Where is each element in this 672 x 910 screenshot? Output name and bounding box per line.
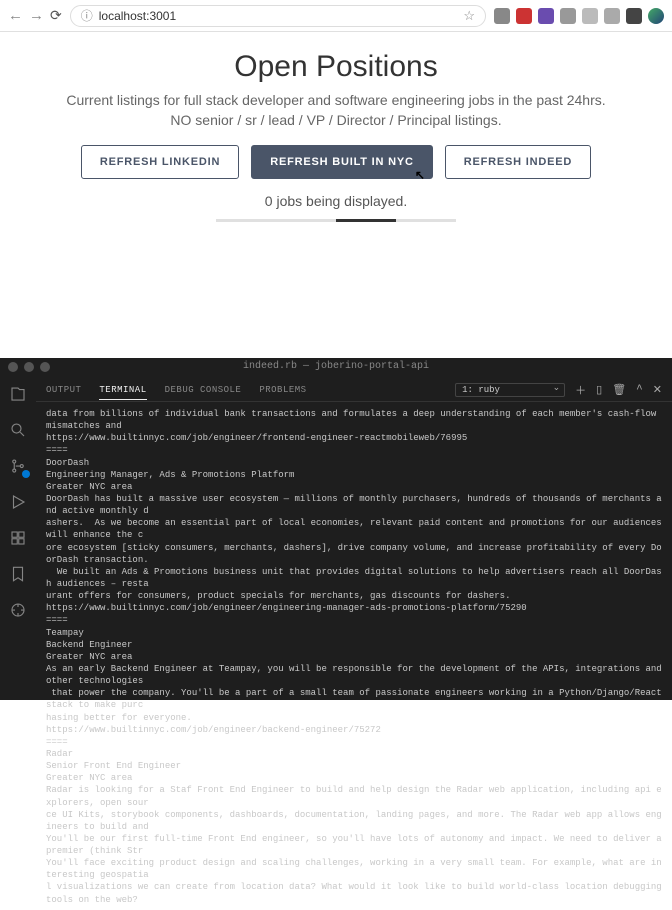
subtitle-line-2: NO senior / sr / lead / VP / Director / … (20, 110, 652, 130)
back-button[interactable]: ← (8, 7, 23, 24)
bookmark-star-icon[interactable]: ☆ (463, 8, 475, 24)
source-control-icon[interactable] (8, 456, 28, 476)
panel-tabs: OUTPUT TERMINAL DEBUG CONSOLE PROBLEMS 1… (36, 378, 672, 402)
gitlens-icon[interactable] (8, 600, 28, 620)
extensions-icon[interactable] (8, 528, 28, 548)
panel-actions: 1: ruby ＋ ▯ 🗑 ^ ✕ (455, 382, 662, 398)
extension-red-icon[interactable] (516, 8, 532, 24)
tab-output[interactable]: OUTPUT (46, 385, 81, 395)
new-terminal-icon[interactable]: ＋ (575, 382, 586, 398)
kill-terminal-icon[interactable]: 🗑 (612, 383, 626, 397)
activity-bar (0, 378, 36, 700)
refresh-builtin-button[interactable]: REFRESH BUILT IN NYC ↖ (251, 145, 433, 179)
extension-shield-icon[interactable] (494, 8, 510, 24)
refresh-button-row: REFRESH LINKEDIN REFRESH BUILT IN NYC ↖ … (20, 145, 652, 179)
url-text: localhost:3001 (99, 9, 176, 23)
cursor-pointer-icon: ↖ (415, 168, 426, 182)
forward-button[interactable]: → (29, 7, 44, 24)
site-info-icon[interactable]: ⓘ (81, 7, 93, 24)
profile-avatar-icon[interactable] (648, 8, 664, 24)
bookmark-icon[interactable] (8, 564, 28, 584)
panel: OUTPUT TERMINAL DEBUG CONSOLE PROBLEMS 1… (36, 378, 672, 700)
page-content: Open Positions Current listings for full… (0, 32, 672, 222)
refresh-linkedin-button[interactable]: REFRESH LINKEDIN (81, 145, 239, 179)
extension-v-icon[interactable] (582, 8, 598, 24)
subtitle-line-1: Current listings for full stack develope… (20, 90, 652, 110)
debug-icon[interactable] (8, 492, 28, 512)
refresh-builtin-label: REFRESH BUILT IN NYC (270, 156, 414, 168)
maximize-panel-icon[interactable]: ^ (636, 384, 643, 396)
page-subtitle: Current listings for full stack develope… (20, 90, 652, 131)
extension-puzzle-icon[interactable] (626, 8, 642, 24)
split-terminal-icon[interactable]: ▯ (596, 383, 602, 397)
reload-button[interactable]: ⟳ (50, 7, 62, 24)
tab-problems[interactable]: PROBLEMS (259, 385, 306, 395)
nav-buttons: ← → ⟳ (8, 7, 62, 24)
progress-bar-fill (336, 219, 396, 222)
tab-debug-console[interactable]: DEBUG CONSOLE (165, 385, 242, 395)
terminal-output[interactable]: data from billions of individual bank tr… (36, 402, 672, 910)
explorer-icon[interactable] (8, 384, 28, 404)
extension-icons (494, 8, 664, 24)
extension-purple-icon[interactable] (538, 8, 554, 24)
jobs-status-text: 0 jobs being displayed. (20, 193, 652, 209)
extension-gray-icon[interactable] (560, 8, 576, 24)
terminal-selector-dropdown[interactable]: 1: ruby (455, 383, 565, 397)
extension-gray2-icon[interactable] (604, 8, 620, 24)
browser-toolbar: ← → ⟳ ⓘ localhost:3001 ☆ (0, 0, 672, 32)
progress-bar (216, 219, 456, 222)
page-title: Open Positions (20, 50, 652, 84)
search-icon[interactable] (8, 420, 28, 440)
refresh-indeed-button[interactable]: REFRESH INDEED (445, 145, 591, 179)
editor-window-title: indeed.rb — joberino-portal-api (0, 361, 672, 372)
editor-window: indeed.rb — joberino-portal-api OUTPUT T… (0, 358, 672, 700)
address-bar[interactable]: ⓘ localhost:3001 ☆ (70, 5, 486, 27)
close-panel-icon[interactable]: ✕ (653, 383, 662, 397)
tab-terminal[interactable]: TERMINAL (99, 385, 146, 400)
